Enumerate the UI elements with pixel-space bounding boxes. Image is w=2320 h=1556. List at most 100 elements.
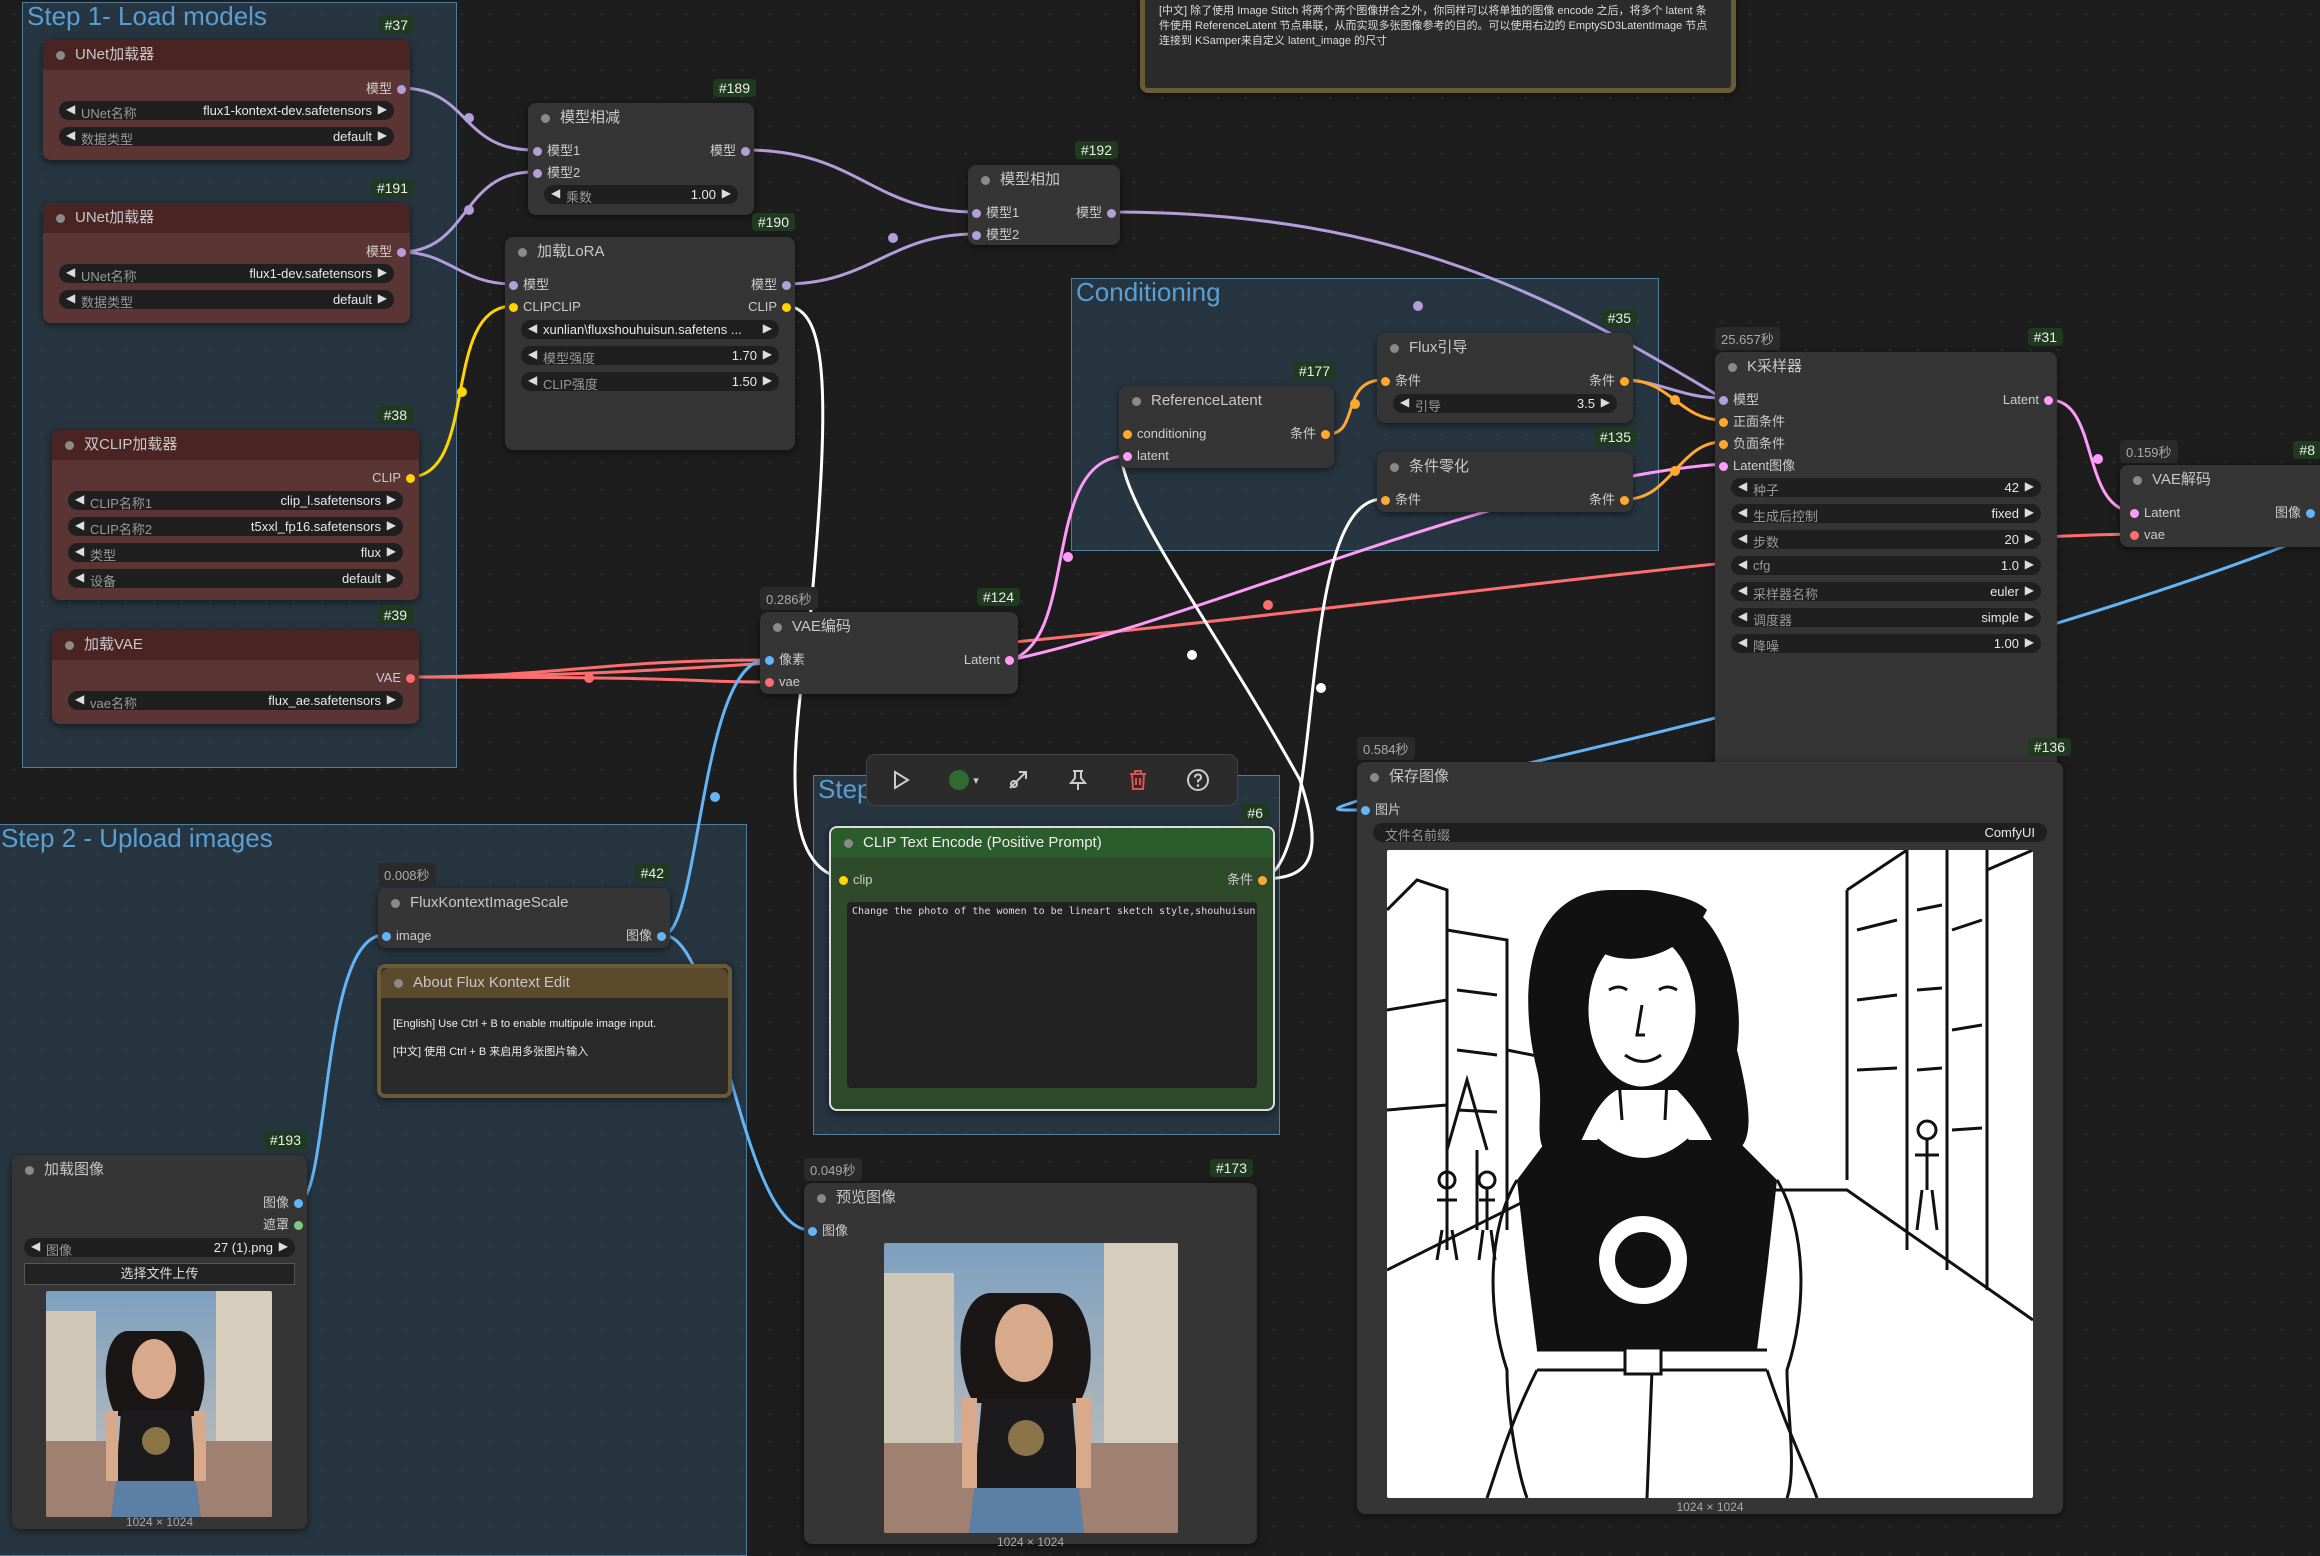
selection-toolbar[interactable]: ▾ [866, 754, 1238, 806]
widget-denoise[interactable]: ◀ 降噪 1.00 ▶ [1731, 634, 2041, 654]
widget-cfg[interactable]: ◀ cfg 1.0 ▶ [1731, 556, 2041, 575]
node-model-add-192[interactable]: 模型相加 #192 模型1 模型2 模型 [968, 141, 1120, 245]
node-unet-loader-191[interactable]: UNet加载器 #191 模型 ◀ UNet名称 flux1-dev.safeten… [43, 179, 414, 323]
widget-lora-name[interactable]: ◀ xunlian\fluxshouhuisun.safetens ... ▶ [521, 320, 779, 339]
node-flux-guidance-35[interactable]: Flux引导 #35 条件 条件 ◀ 引导 3.5 ▶ [1377, 309, 1637, 423]
photo-preview [884, 1243, 1178, 1533]
preview-photo [884, 1243, 1178, 1533]
input-conditioning[interactable]: 条件 [1381, 493, 1421, 507]
widget-clip-strength[interactable]: ◀ CLIP强度 1.50 ▶ [521, 372, 779, 392]
input-latent[interactable]: latent [1123, 449, 1169, 463]
input-latent[interactable]: Latent [2130, 506, 2180, 520]
node-load-lora-190[interactable]: 加载LoRA #190 模型 CLIPCLIP 模型 CLIP ◀ xunlian… [505, 213, 795, 450]
help-icon [1187, 769, 1209, 791]
input-images[interactable]: 图像 [808, 1224, 848, 1238]
input-conditioning[interactable]: conditioning [1123, 427, 1206, 441]
input-model1[interactable]: 模型1 [972, 206, 1019, 220]
link-model-191-190 [399, 250, 514, 286]
node-vae-decode-8[interactable]: 0.159秒 VAE解码 #8 Latent vae 图像 [2120, 440, 2320, 547]
input-photo [46, 1291, 272, 1517]
bypass-button[interactable] [1001, 763, 1035, 797]
output-image[interactable]: 图像 [2275, 506, 2315, 520]
output-conditioning[interactable]: 条件 [1290, 427, 1330, 441]
output-model[interactable]: 模型 [366, 82, 406, 96]
node-conditioning-zero-135[interactable]: 条件零化 #135 条件 条件 [1377, 428, 1637, 512]
input-images[interactable]: 图片 [1361, 803, 1401, 817]
widget-unet-name[interactable]: ◀ UNet名称 flux1-dev.safetensors ▶ [59, 264, 394, 284]
node-flux-kontext-image-scale-42[interactable]: 0.008秒 FluxKontextImageScale #42 image 图… [378, 863, 670, 948]
widget-data-type[interactable]: ◀ 数据类型 default ▶ [59, 127, 394, 147]
node-preview-image-173[interactable]: 0.049秒 预览图像 #173 图像 1024 × 1024 [804, 1158, 1257, 1549]
help-button[interactable] [1181, 763, 1215, 797]
run-button[interactable] [883, 763, 917, 797]
color-picker-button[interactable]: ▾ [941, 763, 987, 797]
output-model[interactable]: 模型 [366, 245, 406, 259]
widget-data-type[interactable]: ◀ 数据类型 default ▶ [59, 290, 394, 310]
output-clip[interactable]: CLIP [748, 300, 791, 314]
output-clip[interactable]: CLIP [372, 471, 415, 485]
widget-sampler-name[interactable]: ◀ 采样器名称 euler ▶ [1731, 582, 2041, 602]
output-model[interactable]: 模型 [710, 144, 750, 158]
input-vae[interactable]: vae [765, 675, 800, 689]
node-unet-loader-37[interactable]: UNet加载器 #37 模型 ◀ UNet名称 flux1-kontext-dev.… [43, 16, 414, 160]
node-ksampler-31[interactable]: 25.657秒 K采样器 #31 模型 正面条件 负面条件 Latent图像 L… [1715, 327, 2063, 772]
widget-clip-name1[interactable]: ◀ CLIP名称1 clip_l.safetensors ▶ [68, 491, 403, 511]
node-dual-clip-loader-38[interactable]: 双CLIP加载器 #38 CLIP ◀ CLIP名称1 clip_l.safeten… [52, 406, 419, 600]
input-clip[interactable]: clip [839, 873, 873, 887]
input-clip[interactable]: CLIPCLIP [509, 300, 581, 314]
input-model[interactable]: 模型 [509, 278, 549, 292]
widget-filename-prefix[interactable]: 文件名前缀 ComfyUI [1373, 823, 2047, 843]
input-model2[interactable]: 模型2 [972, 228, 1019, 242]
input-model2[interactable]: 模型2 [533, 166, 580, 180]
output-latent[interactable]: Latent [964, 653, 1014, 667]
widget-scheduler[interactable]: ◀ 调度器 simple ▶ [1731, 608, 2041, 628]
input-model[interactable]: 模型 [1719, 393, 1759, 407]
node-load-image-193[interactable]: 加载图像 #193 图像 遮罩 ◀ 图像 27 (1).png ▶ 选择文件上传 10… [12, 1131, 307, 1529]
input-conditioning[interactable]: 条件 [1381, 374, 1421, 388]
widget-unet-name[interactable]: ◀ UNet名称 flux1-kontext-dev.safetensors ▶ [59, 101, 394, 121]
delete-button[interactable] [1121, 763, 1155, 797]
widget-image-select[interactable]: ◀ 图像 27 (1).png ▶ [24, 1238, 295, 1258]
image-size-caption: 1024 × 1024 [996, 1535, 1065, 1549]
input-image[interactable]: image [382, 929, 431, 943]
note-line-english: [English] Use Ctrl + B to enable multipu… [393, 1018, 657, 1030]
upload-button[interactable]: 选择文件上传 [24, 1263, 295, 1285]
input-pixels[interactable]: 像素 [765, 653, 805, 667]
output-latent[interactable]: Latent [2003, 393, 2053, 407]
output-mask[interactable]: 遮罩 [263, 1218, 303, 1232]
node-save-image-136[interactable]: 0.584秒 保存图像 #136 图片 文件名前缀 ComfyUI 1024 ×… [1357, 737, 2071, 1514]
widget-guidance[interactable]: ◀ 引导 3.5 ▶ [1393, 394, 1617, 414]
output-conditioning[interactable]: 条件 [1227, 873, 1267, 887]
node-title: 双CLIP加载器 [52, 430, 419, 460]
input-latent-image[interactable]: Latent图像 [1719, 459, 1795, 473]
output-model[interactable]: 模型 [751, 278, 791, 292]
input-model1[interactable]: 模型1 [533, 144, 580, 158]
output-conditioning[interactable]: 条件 [1589, 374, 1629, 388]
input-negative[interactable]: 负面条件 [1719, 437, 1785, 451]
widget-seed[interactable]: ◀ 种子 42 ▶ [1731, 478, 2041, 498]
widget-device[interactable]: ◀ 设备 default ▶ [68, 569, 403, 589]
widget-vae-name[interactable]: ◀ vae名称 flux_ae.safetensors ▶ [68, 691, 403, 711]
widget-steps[interactable]: ◀ 步数 20 ▶ [1731, 530, 2041, 550]
output-conditioning[interactable]: 条件 [1589, 493, 1629, 507]
node-reference-latent-177[interactable]: ReferenceLatent #177 conditioning latent… [1119, 362, 1336, 468]
input-vae[interactable]: vae [2130, 528, 2165, 542]
node-clip-text-encode-6[interactable]: CLIP Text Encode (Positive Prompt) #6 cl… [829, 804, 1275, 1111]
output-image[interactable]: 图像 [626, 929, 666, 943]
widget-clip-name2[interactable]: ◀ CLIP名称2 t5xxl_fp16.safetensors ▶ [68, 517, 403, 537]
pin-button[interactable] [1061, 763, 1095, 797]
prompt-text-area[interactable]: Change the photo of the women to be line… [847, 902, 1257, 1088]
note-about-flux-kontext[interactable]: About Flux Kontext Edit [English] Use Ct… [377, 964, 732, 1098]
output-model[interactable]: 模型 [1076, 206, 1116, 220]
output-vae[interactable]: VAE [376, 671, 415, 685]
node-load-vae-39[interactable]: 加载VAE #39 VAE ◀ vae名称 flux_ae.safetensors ▶ [52, 606, 419, 724]
node-title: Flux引导 [1377, 333, 1633, 363]
widget-multiplier[interactable]: ◀ 乘数 1.00 ▶ [544, 185, 738, 205]
node-model-subtract-189[interactable]: 模型相减 #189 模型1 模型2 模型 ◀ 乘数 1.00 ▶ [528, 79, 756, 215]
output-image[interactable]: 图像 [263, 1196, 303, 1210]
widget-type[interactable]: ◀ 类型 flux ▶ [68, 543, 403, 563]
input-positive[interactable]: 正面条件 [1719, 415, 1785, 429]
widget-control-after-generate[interactable]: ◀ 生成后控制 fixed ▶ [1731, 504, 2041, 524]
widget-model-strength[interactable]: ◀ 模型强度 1.70 ▶ [521, 346, 779, 366]
node-vae-encode-124[interactable]: 0.286秒 VAE编码 #124 像素 vae Latent [760, 587, 1020, 694]
